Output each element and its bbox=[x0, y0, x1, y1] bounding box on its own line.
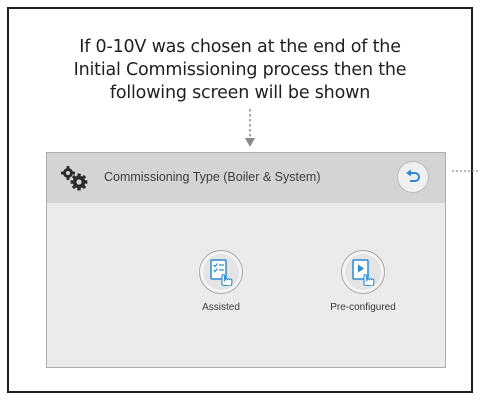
preconfigured-label: Pre-configured bbox=[330, 302, 396, 313]
screen-header: Commissioning Type (Boiler & System) bbox=[47, 153, 445, 203]
instruction-caption: If 0-10V was chosen at the end of the In… bbox=[20, 36, 460, 105]
assisted-icon-circle[interactable] bbox=[199, 250, 243, 294]
assisted-label: Assisted bbox=[202, 302, 240, 313]
caption-line-2: Initial Commissioning process then the bbox=[73, 60, 407, 80]
checklist-touch-icon bbox=[210, 259, 233, 286]
play-touch-icon bbox=[352, 259, 375, 286]
connector-dotted-line bbox=[452, 170, 480, 172]
preconfigured-icon-circle[interactable] bbox=[341, 250, 385, 294]
caption-line-1: If 0-10V was chosen at the end of the bbox=[79, 37, 401, 57]
back-button[interactable] bbox=[397, 161, 429, 193]
preconfigured-option-button[interactable]: Pre-configured bbox=[313, 250, 413, 313]
back-arrow-icon bbox=[406, 169, 420, 182]
screen-title: Commissioning Type (Boiler & System) bbox=[104, 170, 321, 184]
assisted-option-button[interactable]: Assisted bbox=[171, 250, 271, 313]
down-arrow-icon bbox=[245, 109, 255, 147]
gears-icon bbox=[59, 164, 89, 192]
caption-line-3: following screen will be shown bbox=[109, 83, 371, 103]
device-screen: Commissioning Type (Boiler & System) Ass… bbox=[46, 152, 446, 368]
